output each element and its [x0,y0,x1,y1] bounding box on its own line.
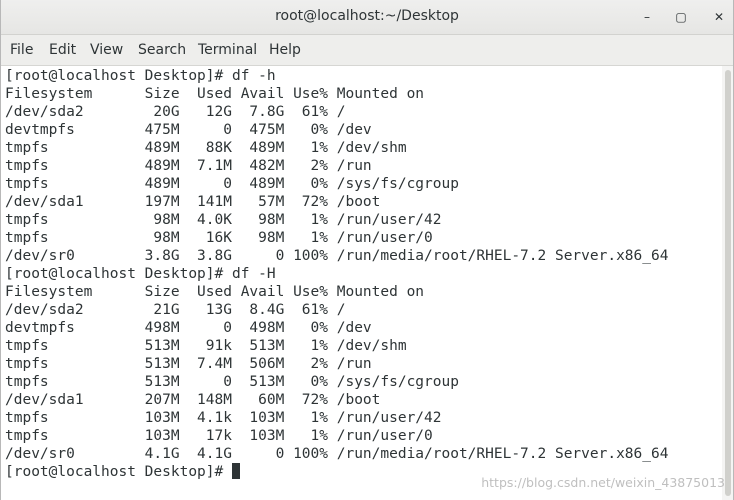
terminal-line: tmpfs 98M 16K 98M 1% /run/user/0 [5,230,433,246]
terminal-line: tmpfs 489M 88K 489M 1% /dev/shm [5,140,407,156]
window-title: root@localhost:~/Desktop [275,8,459,24]
menu-bar: File Edit View Search Terminal Help [1,35,733,66]
terminal-line: Filesystem Size Used Avail Use% Mounted … [5,86,425,102]
terminal-line: tmpfs 513M 0 513M 0% /sys/fs/cgroup [5,374,459,390]
menu-view[interactable]: View [90,42,123,58]
vertical-scrollbar[interactable] [722,66,733,500]
terminal-output[interactable]: [root@localhost Desktop]# df -h Filesyst… [1,66,721,500]
terminal-line: /dev/sda2 20G 12G 7.8G 61% / [5,104,346,120]
text-cursor [231,463,240,479]
terminal-line: /dev/sr0 3.8G 3.8G 0 100% /run/media/roo… [5,248,669,264]
shell-prompt: [root@localhost Desktop]# [5,464,232,480]
menu-file[interactable]: File [10,42,33,58]
terminal-line: devtmpfs 498M 0 498M 0% /dev [5,320,372,336]
terminal-line: tmpfs 98M 4.0K 98M 1% /run/user/42 [5,212,442,228]
close-button[interactable]: ✕ [710,8,728,26]
menu-edit[interactable]: Edit [49,42,76,58]
terminal-line: tmpfs 489M 0 489M 0% /sys/fs/cgroup [5,176,459,192]
terminal-line: /dev/sr0 4.1G 4.1G 0 100% /run/media/roo… [5,446,669,462]
watermark-text: https://blog.csdn.net/weixin_43875013 [481,475,725,490]
terminal-line: devtmpfs 475M 0 475M 0% /dev [5,122,372,138]
terminal-window: root@localhost:~/Desktop – ▢ ✕ File Edit… [0,0,734,500]
terminal-line: Filesystem Size Used Avail Use% Mounted … [5,284,425,300]
terminal-line: /dev/sda2 21G 13G 8.4G 61% / [5,302,346,318]
maximize-button[interactable]: ▢ [672,8,690,26]
title-bar[interactable]: root@localhost:~/Desktop – ▢ ✕ [1,0,733,35]
menu-help[interactable]: Help [269,42,301,58]
terminal-line: tmpfs 489M 7.1M 482M 2% /run [5,158,372,174]
menu-search[interactable]: Search [138,42,186,58]
terminal-line: /dev/sda1 207M 148M 60M 72% /boot [5,392,381,408]
scrollbar-thumb[interactable] [725,70,731,496]
terminal-line: tmpfs 513M 7.4M 506M 2% /run [5,356,372,372]
menu-terminal[interactable]: Terminal [198,42,257,58]
terminal-line: /dev/sda1 197M 141M 57M 72% /boot [5,194,381,210]
terminal-line: tmpfs 103M 4.1k 103M 1% /run/user/42 [5,410,442,426]
terminal-line: tmpfs 513M 91k 513M 1% /dev/shm [5,338,407,354]
minimize-button[interactable]: – [638,8,656,26]
terminal-line: [root@localhost Desktop]# df -h [5,68,276,84]
terminal-line: [root@localhost Desktop]# df -H [5,266,276,282]
terminal-line: tmpfs 103M 17k 103M 1% /run/user/0 [5,428,433,444]
